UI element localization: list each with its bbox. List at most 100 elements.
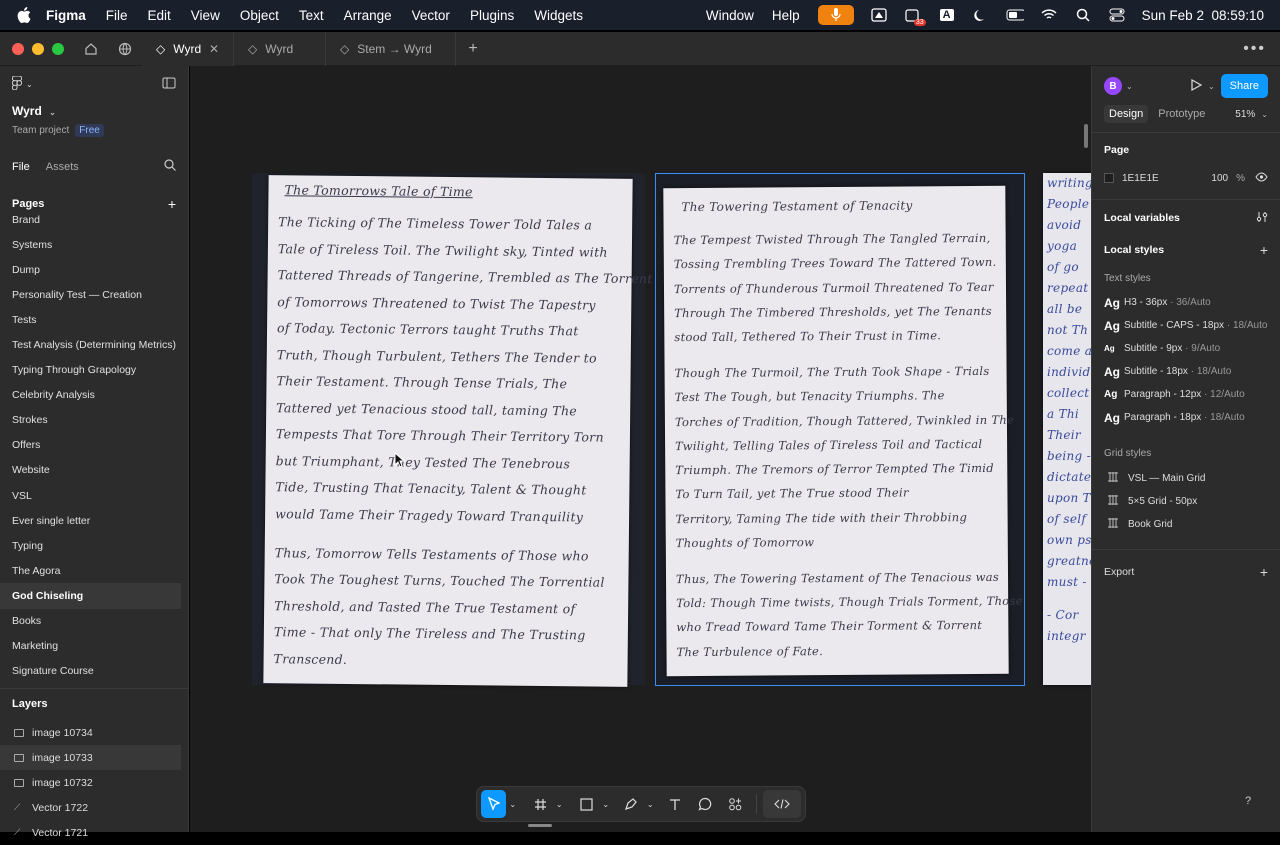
page-item[interactable]: Tests	[0, 307, 189, 332]
menu-app-figma[interactable]: Figma	[46, 8, 86, 23]
local-variables-row[interactable]: Local variables	[1092, 203, 1280, 233]
frame-tool-button[interactable]	[528, 790, 553, 818]
tab-assets[interactable]: Assets	[46, 161, 79, 173]
chevron-down-icon[interactable]: ⌄	[506, 790, 519, 818]
text-style-item[interactable]: Ag H3 - 36px · 36/Auto	[1092, 291, 1280, 314]
text-style-item[interactable]: Ag Subtitle - 18px · 18/Auto	[1092, 360, 1280, 383]
rectangle-tool-button[interactable]	[574, 790, 599, 818]
minimize-window-button[interactable]	[32, 42, 44, 55]
microphone-icon[interactable]	[817, 5, 854, 25]
toggle-sidebar-icon[interactable]	[162, 77, 176, 92]
text-style-item[interactable]: Ag Subtitle - CAPS - 18px · 18/Auto	[1092, 314, 1280, 337]
menu-help[interactable]: Help	[772, 8, 800, 23]
menu-view[interactable]: View	[191, 8, 220, 23]
grid-style-item[interactable]: Book Grid	[1092, 513, 1280, 536]
menu-vector[interactable]: Vector	[412, 8, 450, 23]
menu-text[interactable]: Text	[299, 8, 324, 23]
page-item[interactable]: VSL	[0, 483, 189, 508]
chevron-down-icon[interactable]: ⌄	[1208, 82, 1215, 91]
add-export-icon[interactable]: +	[1260, 564, 1268, 580]
color-swatch[interactable]	[1104, 173, 1114, 183]
layer-item[interactable]: ⟋ Vector 1721	[0, 820, 189, 845]
page-item[interactable]: Books	[0, 609, 189, 634]
zoom-window-button[interactable]	[52, 42, 64, 55]
community-globe-icon[interactable]	[108, 32, 142, 66]
tab-wyrd-active[interactable]: ◇ Wyrd ✕	[142, 31, 234, 66]
image-10734[interactable]: The Tomorrows Tale of Time The Ticking o…	[252, 173, 653, 687]
battery-icon[interactable]	[1006, 8, 1024, 22]
tab-design[interactable]: Design	[1104, 105, 1149, 123]
page-color-value[interactable]: 1E1E1E	[1122, 173, 1159, 184]
menu-window[interactable]: Window	[706, 8, 754, 23]
vertical-scrollbar[interactable]	[1084, 124, 1088, 148]
text-style-item[interactable]: Ag Subtitle - 9px · 9/Auto	[1092, 337, 1280, 360]
wifi-icon[interactable]	[1040, 8, 1058, 22]
page-item[interactable]: Ever single letter	[0, 508, 189, 533]
page-item[interactable]: The Agora	[0, 558, 189, 583]
chevron-down-icon[interactable]: ⌄	[1126, 82, 1133, 91]
menu-object[interactable]: Object	[240, 8, 279, 23]
page-item[interactable]: Celebrity Analysis	[0, 383, 189, 408]
page-item[interactable]: God Chiseling	[0, 583, 181, 609]
home-icon[interactable]	[74, 32, 108, 66]
text-style-item[interactable]: Ag Paragraph - 12px · 12/Auto	[1092, 383, 1280, 406]
tab-file[interactable]: File	[12, 161, 30, 173]
page-item[interactable]: Signature Course	[0, 659, 189, 684]
spotlight-search-icon[interactable]	[1074, 8, 1092, 22]
control-center-icon[interactable]	[1108, 8, 1126, 22]
page-item[interactable]: Strokes	[0, 408, 189, 433]
chevron-down-icon[interactable]: ⌄	[553, 790, 566, 818]
apple-icon[interactable]	[16, 7, 32, 23]
page-item[interactable]: Marketing	[0, 634, 189, 659]
add-style-icon[interactable]: +	[1260, 242, 1268, 258]
variables-adjust-icon[interactable]	[1256, 211, 1268, 226]
new-tab-plus-icon[interactable]: +	[456, 32, 490, 66]
eye-icon[interactable]	[1255, 171, 1268, 185]
chevron-down-icon[interactable]: ⌄	[644, 790, 657, 818]
moon-icon[interactable]	[972, 8, 990, 22]
actions-tool-button[interactable]	[721, 790, 750, 818]
chevron-down-icon[interactable]: ⌄	[49, 108, 56, 117]
text-tool-button[interactable]	[661, 790, 690, 818]
dev-mode-button[interactable]	[762, 790, 802, 818]
zoom-level[interactable]: 51%	[1235, 109, 1255, 120]
canvas[interactable]: The Tomorrows Tale of Time The Ticking o…	[190, 66, 1091, 832]
page-item[interactable]: Dump	[0, 257, 189, 282]
input-source-icon[interactable]: A	[938, 8, 956, 22]
tab-wyrd[interactable]: ◇ Wyrd	[234, 31, 326, 66]
menu-plugins[interactable]: Plugins	[470, 8, 514, 23]
layer-item[interactable]: ⟋ Vector 1722	[0, 795, 189, 820]
page-item[interactable]: Personality Test — Creation	[0, 282, 189, 307]
page-item[interactable]: Typing Through Grapology	[0, 358, 189, 383]
project-name[interactable]: Wyrd ⌄	[0, 104, 188, 118]
move-tool-button[interactable]	[481, 790, 507, 818]
chevron-down-icon[interactable]: ⌄	[599, 790, 612, 818]
grid-style-item[interactable]: 5×5 Grid - 50px	[1092, 490, 1280, 513]
menu-file[interactable]: File	[106, 8, 128, 23]
comment-tool-button[interactable]	[690, 790, 721, 818]
search-icon[interactable]	[164, 159, 176, 174]
share-button[interactable]: Share	[1220, 74, 1268, 98]
close-tab-icon[interactable]: ✕	[209, 42, 219, 56]
tab-stem-wyrd[interactable]: ◇ Stem → Wyrd	[326, 31, 456, 66]
close-window-button[interactable]	[12, 42, 24, 55]
image-10732[interactable]: writings People avoid yoga of go repeat all be…	[1041, 173, 1091, 685]
pen-tool-button[interactable]	[619, 790, 644, 818]
menu-datetime[interactable]: Sun Feb 2 08:59:10	[1142, 8, 1264, 23]
present-play-icon[interactable]	[1190, 78, 1203, 94]
notification-badge-icon[interactable]: 33	[904, 8, 926, 26]
chevron-down-icon[interactable]: ⌄	[1261, 110, 1268, 119]
page-item[interactable]: Test Analysis (Determining Metrics)	[0, 332, 189, 357]
figma-logo-icon[interactable]	[11, 75, 23, 93]
more-options-icon[interactable]: •••	[1243, 40, 1266, 58]
text-style-item[interactable]: Ag Paragraph - 18px · 18/Auto	[1092, 406, 1280, 429]
tab-prototype[interactable]: Prototype	[1158, 108, 1205, 120]
page-item[interactable]: Brand	[0, 207, 189, 232]
page-item[interactable]: Typing	[0, 533, 189, 558]
help-button[interactable]: ?	[1237, 790, 1259, 812]
page-opacity-value[interactable]: 100	[1211, 173, 1228, 184]
layer-item[interactable]: image 10734	[0, 720, 189, 745]
menu-widgets[interactable]: Widgets	[534, 8, 583, 23]
layer-item[interactable]: image 10733	[0, 745, 181, 770]
page-item[interactable]: Offers	[0, 433, 189, 458]
